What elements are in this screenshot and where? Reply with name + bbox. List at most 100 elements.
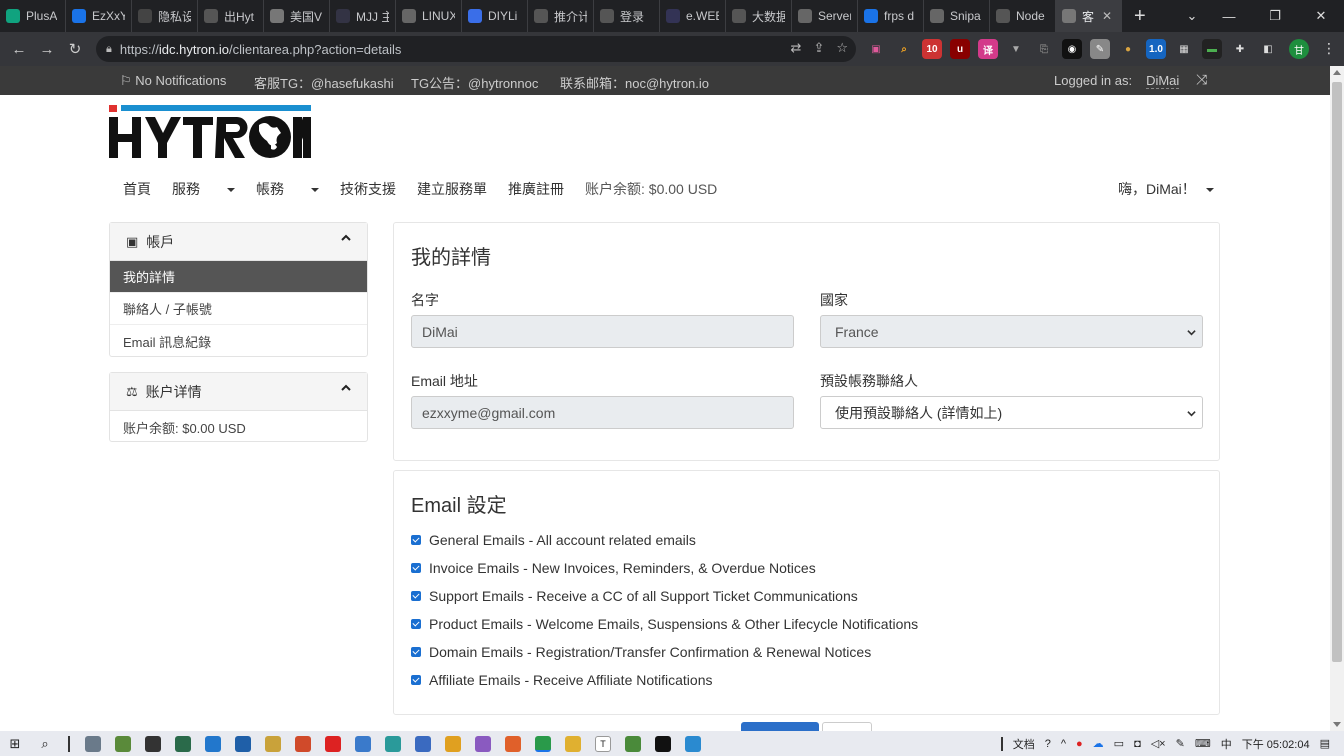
app-icon-8[interactable] bbox=[295, 735, 311, 752]
shuffle-icon[interactable]: ⤨ bbox=[1196, 71, 1207, 88]
nav-services[interactable]: 服務 bbox=[172, 179, 235, 199]
checkbox-checked[interactable] bbox=[411, 675, 421, 685]
cancel-button[interactable] bbox=[822, 722, 872, 731]
reload-icon[interactable]: ↻ bbox=[61, 40, 89, 58]
browser-tab[interactable]: Snipa bbox=[924, 0, 990, 32]
app-icon-12[interactable] bbox=[415, 735, 431, 752]
browser-tab[interactable]: Node bbox=[990, 0, 1056, 32]
browser-tab[interactable]: frps d bbox=[858, 0, 924, 32]
email-option[interactable]: Product Emails - Welcome Emails, Suspens… bbox=[411, 616, 918, 632]
app-icon-2[interactable] bbox=[115, 735, 131, 752]
app-icon-9[interactable] bbox=[325, 735, 341, 752]
sidebar-item[interactable]: Email 訊息紀錄 bbox=[110, 325, 367, 357]
app-icon-11[interactable] bbox=[385, 735, 401, 752]
chevron-up-icon[interactable] bbox=[341, 383, 351, 393]
address-bar[interactable]: 🔒︎ https://idc.hytron.io/clientarea.php?… bbox=[96, 36, 856, 62]
chevron-up-icon[interactable] bbox=[341, 233, 351, 243]
app-icon-1[interactable] bbox=[85, 735, 101, 752]
browser-tab[interactable]: LINUX bbox=[396, 0, 462, 32]
user-menu[interactable]: 嗨，DiMai！ bbox=[1118, 179, 1214, 199]
scrollbar-thumb[interactable] bbox=[1332, 82, 1342, 662]
logged-in-user[interactable]: DiMai bbox=[1146, 73, 1180, 89]
browser-tab[interactable]: e.WEB bbox=[660, 0, 726, 32]
browser-tab[interactable]: 大数据 bbox=[726, 0, 792, 32]
minimize-button[interactable]: — bbox=[1206, 9, 1252, 24]
pen-icon[interactable]: ✎ bbox=[1176, 737, 1185, 750]
network-icon[interactable]: ▭ bbox=[1114, 737, 1124, 750]
app-icon-14[interactable] bbox=[475, 735, 491, 752]
checkbox-checked[interactable] bbox=[411, 591, 421, 601]
account-panel-header[interactable]: ▣ 帳戶 bbox=[110, 223, 367, 261]
billing-contact-select[interactable]: 使用預設聯絡人 (詳情如上) bbox=[820, 396, 1203, 429]
app-icon-19[interactable] bbox=[625, 735, 641, 752]
browser-tab[interactable]: 美国V bbox=[264, 0, 330, 32]
checkbox-checked[interactable] bbox=[411, 647, 421, 657]
browser-tab[interactable]: 出Hyt bbox=[198, 0, 264, 32]
sidebar-item[interactable]: 聯絡人 / 子帳號 bbox=[110, 293, 367, 325]
translate-icon[interactable]: ⇄ bbox=[791, 40, 802, 56]
mask-extension-icon[interactable]: ◉ bbox=[1062, 39, 1082, 59]
nav-billing[interactable]: 帳務 bbox=[256, 179, 319, 199]
notifications-link[interactable]: ⚐ No Notifications bbox=[120, 73, 226, 89]
extension-badge-10-icon[interactable]: 10 bbox=[922, 39, 942, 59]
ublock-icon[interactable]: u bbox=[950, 39, 970, 59]
close-tab-icon[interactable]: ✕ bbox=[1102, 9, 1112, 23]
cookie-extension-icon[interactable]: ● bbox=[1118, 39, 1138, 59]
search-icon[interactable]: ⌕ bbox=[37, 736, 53, 752]
app-icon-10[interactable] bbox=[355, 735, 371, 752]
save-changes-button[interactable] bbox=[741, 722, 819, 731]
chrome-icon[interactable] bbox=[535, 735, 551, 752]
qr-code-icon[interactable]: ▦ bbox=[1174, 39, 1194, 59]
nav-support[interactable]: 技術支援 bbox=[340, 179, 396, 199]
tray-up-icon[interactable]: ^ bbox=[1061, 738, 1066, 750]
browser-tab[interactable]: EzXxY bbox=[66, 0, 132, 32]
browser-tab[interactable]: MJJ 主 bbox=[330, 0, 396, 32]
telegram-icon[interactable] bbox=[685, 735, 701, 752]
doc-label[interactable]: 文档 bbox=[1013, 736, 1035, 752]
help-icon[interactable]: ? bbox=[1045, 738, 1051, 750]
name-field[interactable]: DiMai bbox=[411, 315, 794, 348]
browser-tab[interactable]: 登录 bbox=[594, 0, 660, 32]
vue-devtools-icon[interactable]: ▼ bbox=[1006, 39, 1026, 59]
note-extension-icon[interactable]: ✎ bbox=[1090, 39, 1110, 59]
maximize-button[interactable]: ❐ bbox=[1252, 8, 1298, 24]
extensions-puzzle-icon[interactable]: ✚ bbox=[1230, 39, 1250, 59]
typora-icon[interactable]: T bbox=[595, 735, 611, 752]
file-explorer-icon[interactable] bbox=[565, 735, 581, 752]
app-icon-3[interactable] bbox=[145, 735, 161, 752]
close-window-button[interactable]: ✕ bbox=[1298, 8, 1344, 24]
browser-tab[interactable]: 推介计 bbox=[528, 0, 594, 32]
email-option[interactable]: Domain Emails - Registration/Transfer Co… bbox=[411, 644, 871, 660]
email-option[interactable]: Affiliate Emails - Receive Affiliate Not… bbox=[411, 672, 713, 688]
clock[interactable]: 下午 05:02:04 bbox=[1242, 736, 1310, 752]
app-icon-4[interactable] bbox=[175, 735, 191, 752]
forward-icon[interactable]: → bbox=[33, 41, 61, 58]
nav-home[interactable]: 首頁 bbox=[123, 179, 151, 199]
firefox-icon[interactable] bbox=[505, 735, 521, 752]
extension-badge-100-icon[interactable]: 1.0 bbox=[1146, 39, 1166, 59]
sidebar-item[interactable]: 我的詳情 bbox=[110, 261, 367, 293]
email-option[interactable]: Support Emails - Receive a CC of all Sup… bbox=[411, 588, 858, 604]
app-icon-13[interactable] bbox=[445, 735, 461, 752]
app-icon-6[interactable] bbox=[235, 735, 251, 752]
browser-tab[interactable]: PlusA bbox=[0, 0, 66, 32]
terminal-icon[interactable] bbox=[655, 735, 671, 752]
browser-menu-icon[interactable]: ⋮ bbox=[1322, 40, 1336, 57]
nav-affiliate[interactable]: 推廣註冊 bbox=[508, 179, 564, 199]
scroll-up-arrow-icon[interactable] bbox=[1333, 70, 1341, 75]
hytron-logo[interactable] bbox=[109, 105, 311, 159]
keyboard-icon[interactable]: ⌨ bbox=[1195, 737, 1211, 750]
app-icon-7[interactable] bbox=[265, 735, 281, 752]
display-icon[interactable]: ◘ bbox=[1134, 738, 1141, 750]
side-panel-icon[interactable]: ◧ bbox=[1258, 39, 1278, 59]
email-field[interactable]: ezxxyme@gmail.com bbox=[411, 396, 794, 429]
back-icon[interactable]: ← bbox=[5, 41, 33, 58]
checkbox-checked[interactable] bbox=[411, 619, 421, 629]
email-option[interactable]: Invoice Emails - New Invoices, Reminders… bbox=[411, 560, 816, 576]
browser-tab[interactable]: DIYLi bbox=[462, 0, 528, 32]
lock-icon[interactable]: 🔒︎ bbox=[106, 43, 112, 56]
search-extension-icon[interactable]: ⌕ bbox=[894, 39, 914, 59]
profile-avatar[interactable]: 甘 bbox=[1289, 39, 1309, 59]
country-select[interactable]: France bbox=[820, 315, 1203, 348]
onedrive-icon[interactable]: ☁ bbox=[1093, 737, 1104, 750]
